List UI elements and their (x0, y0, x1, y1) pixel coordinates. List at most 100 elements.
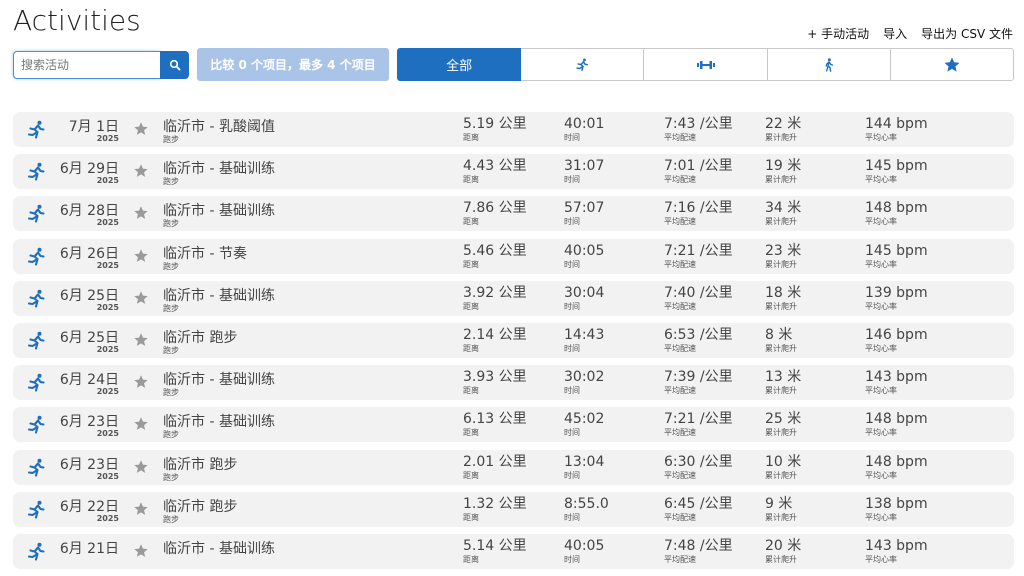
activity-year: 2025 (96, 429, 119, 439)
heart-rate-label: 平均心率 (865, 133, 897, 142)
activity-row[interactable]: 6月 23日 2025 临沂市 跑步 跑步 2.01 公里 距离 13:04 时… (13, 449, 1014, 485)
distance-stat: 7.86 公里 距离 (463, 200, 527, 227)
activity-row[interactable]: 6月 21日 临沂市 - 基础训练 5.14 公里 距离 40:05 时间 7:… (13, 533, 1014, 569)
import-link[interactable]: 导入 (883, 25, 907, 42)
activity-row[interactable]: 7月 1日 2025 临沂市 - 乳酸阈值 跑步 5.19 公里 距离 40:0… (13, 112, 1014, 147)
activity-type: 跑步 (163, 261, 179, 271)
filter-strength-tab[interactable] (644, 48, 768, 81)
pace-label: 平均配速 (664, 386, 696, 396)
time-stat: 57:07 时间 (564, 200, 604, 227)
star-icon[interactable] (133, 543, 149, 559)
star-icon[interactable] (133, 416, 149, 432)
star-icon[interactable] (133, 459, 149, 475)
star-icon[interactable] (133, 163, 149, 179)
distance-label: 距离 (463, 554, 479, 564)
activity-name[interactable]: 临沂市 - 基础训练 (163, 411, 275, 431)
heart-rate-value: 143 bpm (865, 537, 928, 554)
activity-year: 2025 (96, 176, 119, 186)
activity-row[interactable]: 6月 23日 2025 临沂市 - 基础训练 跑步 6.13 公里 距离 45:… (13, 407, 1014, 443)
search-button[interactable] (160, 51, 189, 79)
elevation-value: 22 米 (765, 116, 802, 132)
heart-rate-value: 148 bpm (865, 453, 928, 470)
elevation-value: 23 米 (765, 242, 802, 259)
strength-icon (696, 60, 715, 69)
distance-label: 距离 (463, 301, 479, 311)
pace-label: 平均配速 (664, 133, 696, 142)
filter-favorites-tab[interactable] (890, 48, 1015, 81)
distance-stat: 4.43 公里 距离 (463, 158, 527, 185)
elevation-stat: 34 米 累计爬升 (765, 200, 801, 227)
star-icon[interactable] (133, 290, 149, 306)
activity-year: 2025 (96, 260, 119, 270)
activity-name[interactable]: 临沂市 - 基础训练 (163, 369, 275, 389)
time-stat: 40:01 时间 (564, 116, 604, 143)
running-icon (27, 458, 45, 477)
activity-row[interactable]: 6月 26日 2025 临沂市 - 节奏 跑步 5.46 公里 距离 40:05… (13, 238, 1014, 274)
star-icon[interactable] (133, 248, 149, 264)
elevation-value: 13 米 (765, 369, 802, 386)
heart-rate-label: 平均心率 (865, 512, 897, 522)
star-icon[interactable] (133, 121, 149, 137)
activity-date: 6月 24日 (59, 372, 119, 389)
pace-stat: 7:21 /公里 平均配速 (664, 243, 733, 270)
activity-row[interactable]: 6月 29日 2025 临沂市 - 基础训练 跑步 4.43 公里 距离 31:… (13, 154, 1014, 190)
activity-name[interactable]: 临沂市 跑步 (163, 327, 237, 347)
distance-label: 距离 (463, 259, 479, 269)
distance-value: 6.13 公里 (463, 411, 527, 428)
filter-walking-tab[interactable] (767, 48, 891, 81)
activity-date: 6月 23日 (59, 456, 119, 473)
distance-stat: 2.14 公里 距离 (463, 327, 527, 354)
star-icon[interactable] (133, 205, 149, 221)
filter-all-tab[interactable]: 全部 (397, 48, 522, 81)
activity-row[interactable]: 6月 25日 2025 临沂市 跑步 跑步 2.14 公里 距离 14:43 时… (13, 322, 1014, 358)
elevation-label: 累计爬升 (765, 133, 797, 142)
activity-name[interactable]: 临沂市 - 基础训练 (163, 538, 275, 558)
activity-row[interactable]: 6月 28日 2025 临沂市 - 基础训练 跑步 7.86 公里 距离 57:… (13, 196, 1014, 232)
activity-type: 跑步 (163, 177, 179, 187)
heart-rate-value: 144 bpm (865, 116, 928, 132)
activity-date: 6月 28日 (59, 203, 119, 220)
heart-rate-stat: 148 bpm 平均心率 (865, 454, 928, 481)
activity-name[interactable]: 临沂市 跑步 (163, 496, 237, 516)
top-actions: + 手动活动 导入 导出为 CSV 文件 (807, 25, 1013, 42)
compare-button[interactable]: 比较 0 个项目，最多 4 个项目 (197, 48, 389, 81)
star-icon[interactable] (133, 374, 149, 390)
filter-running-tab[interactable] (521, 48, 645, 81)
activity-row[interactable]: 6月 22日 2025 临沂市 跑步 跑步 1.32 公里 距离 8:55.0 … (13, 491, 1014, 527)
elevation-label: 累计爬升 (765, 301, 797, 311)
time-stat: 14:43 时间 (564, 327, 604, 354)
pace-label: 平均配速 (664, 259, 696, 269)
distance-stat: 1.32 公里 距离 (463, 496, 527, 523)
heart-rate-label: 平均心率 (865, 343, 897, 353)
activity-name[interactable]: 临沂市 跑步 (163, 454, 237, 474)
activity-row[interactable]: 6月 25日 2025 临沂市 - 基础训练 跑步 3.92 公里 距离 30:… (13, 280, 1014, 316)
manual-activity-link[interactable]: + 手动活动 (807, 25, 869, 42)
star-icon[interactable] (133, 332, 149, 348)
activity-name[interactable]: 临沂市 - 乳酸阈值 (163, 116, 275, 136)
pace-value: 7:39 /公里 (664, 369, 733, 386)
heart-rate-label: 平均心率 (865, 554, 897, 564)
activity-row[interactable]: 6月 24日 2025 临沂市 - 基础训练 跑步 3.93 公里 距离 30:… (13, 365, 1014, 401)
time-value: 14:43 (564, 326, 605, 343)
elevation-stat: 13 米 累计爬升 (765, 369, 801, 396)
running-icon (27, 205, 45, 223)
activity-name[interactable]: 临沂市 - 基础训练 (163, 285, 275, 305)
activity-name[interactable]: 临沂市 - 基础训练 (163, 158, 275, 178)
export-csv-link[interactable]: 导出为 CSV 文件 (921, 25, 1013, 42)
time-value: 40:05 (564, 537, 605, 554)
heart-rate-value: 146 bpm (865, 326, 928, 343)
activity-date: 6月 21日 (59, 540, 119, 557)
star-icon[interactable] (133, 501, 149, 517)
time-stat: 45:02 时间 (564, 411, 604, 438)
activity-name[interactable]: 临沂市 - 基础训练 (163, 200, 275, 220)
activity-type: 跑步 (163, 430, 179, 440)
search-input[interactable] (13, 51, 160, 79)
heart-rate-stat: 145 bpm 平均心率 (865, 158, 928, 185)
activity-type: 跑步 (163, 303, 179, 313)
heart-rate-stat: 139 bpm 平均心率 (865, 285, 928, 312)
pace-label: 平均配速 (664, 512, 696, 522)
activity-name[interactable]: 临沂市 - 节奏 (163, 243, 247, 263)
pace-label: 平均配速 (664, 175, 696, 185)
time-stat: 31:07 时间 (564, 158, 604, 185)
elevation-stat: 8 米 累计爬升 (765, 327, 797, 354)
